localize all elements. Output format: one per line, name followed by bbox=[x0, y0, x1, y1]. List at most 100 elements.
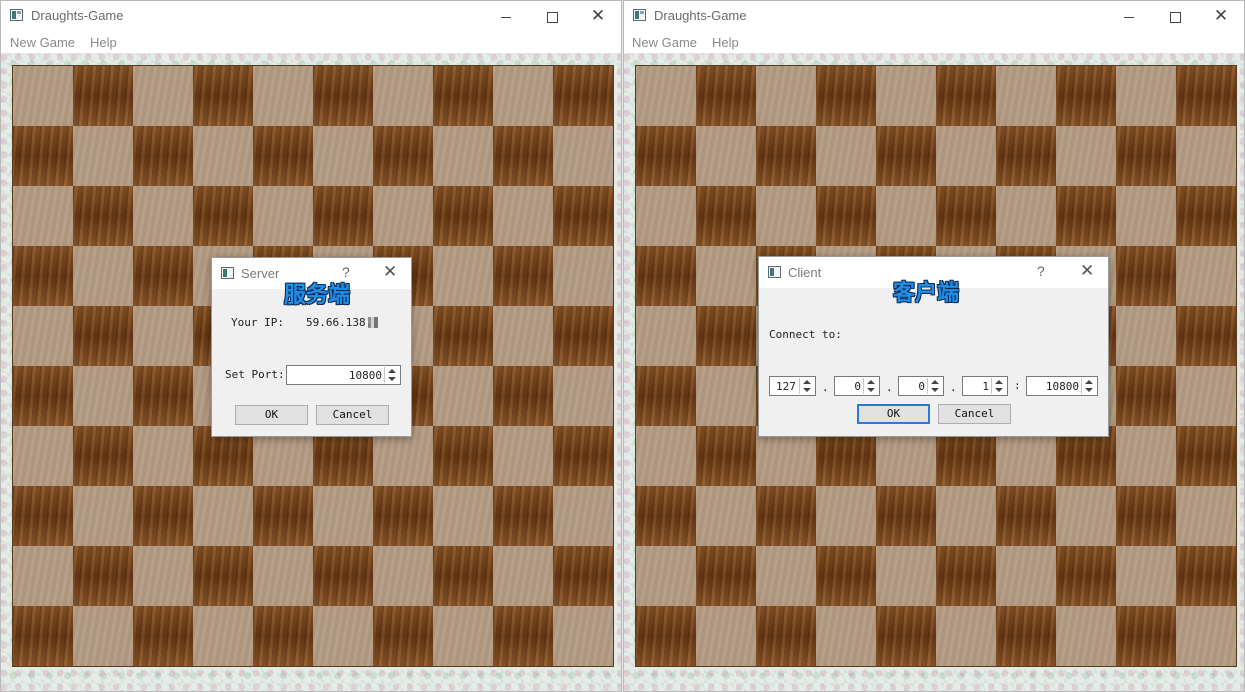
dark-square[interactable] bbox=[1176, 66, 1236, 126]
light-square[interactable] bbox=[493, 66, 553, 126]
light-square[interactable] bbox=[313, 486, 373, 546]
ip-octet-4-spinbox[interactable]: 1 bbox=[962, 376, 1008, 396]
dark-square[interactable] bbox=[1116, 366, 1176, 426]
spinner-arrows[interactable] bbox=[384, 367, 399, 383]
light-square[interactable] bbox=[636, 186, 696, 246]
dark-square[interactable] bbox=[193, 186, 253, 246]
light-square[interactable] bbox=[553, 246, 613, 306]
dark-square[interactable] bbox=[433, 66, 493, 126]
dark-square[interactable] bbox=[1116, 486, 1176, 546]
light-square[interactable] bbox=[133, 306, 193, 366]
dark-square[interactable] bbox=[373, 486, 433, 546]
light-square[interactable] bbox=[936, 606, 996, 666]
light-square[interactable] bbox=[876, 66, 936, 126]
light-square[interactable] bbox=[433, 486, 493, 546]
spin-up-icon[interactable] bbox=[1085, 380, 1093, 384]
light-square[interactable] bbox=[433, 246, 493, 306]
dark-square[interactable] bbox=[756, 126, 816, 186]
light-square[interactable] bbox=[73, 246, 133, 306]
light-square[interactable] bbox=[816, 486, 876, 546]
light-square[interactable] bbox=[816, 606, 876, 666]
light-square[interactable] bbox=[193, 126, 253, 186]
dark-square[interactable] bbox=[636, 246, 696, 306]
light-square[interactable] bbox=[313, 126, 373, 186]
light-square[interactable] bbox=[1116, 546, 1176, 606]
dark-square[interactable] bbox=[696, 426, 756, 486]
light-square[interactable] bbox=[133, 426, 193, 486]
dark-square[interactable] bbox=[636, 486, 696, 546]
light-square[interactable] bbox=[756, 546, 816, 606]
light-square[interactable] bbox=[553, 486, 613, 546]
spin-down-icon[interactable] bbox=[995, 388, 1003, 392]
light-square[interactable] bbox=[1176, 486, 1236, 546]
menu-new-game[interactable]: New Game bbox=[632, 35, 697, 50]
light-square[interactable] bbox=[373, 546, 433, 606]
ok-button[interactable]: OK bbox=[857, 404, 930, 424]
light-square[interactable] bbox=[876, 186, 936, 246]
dark-square[interactable] bbox=[253, 606, 313, 666]
menu-new-game[interactable]: New Game bbox=[10, 35, 75, 50]
dark-square[interactable] bbox=[816, 66, 876, 126]
light-square[interactable] bbox=[696, 486, 756, 546]
light-square[interactable] bbox=[13, 546, 73, 606]
cancel-button[interactable]: Cancel bbox=[938, 404, 1011, 424]
light-square[interactable] bbox=[493, 546, 553, 606]
light-square[interactable] bbox=[1056, 486, 1116, 546]
close-button[interactable]: ✕ bbox=[1198, 1, 1244, 31]
spin-up-icon[interactable] bbox=[931, 380, 939, 384]
light-square[interactable] bbox=[696, 246, 756, 306]
light-square[interactable] bbox=[553, 606, 613, 666]
light-square[interactable] bbox=[253, 66, 313, 126]
light-square[interactable] bbox=[816, 126, 876, 186]
help-button[interactable]: ? bbox=[1037, 263, 1045, 279]
light-square[interactable] bbox=[253, 546, 313, 606]
ip-octet-1-spinbox[interactable]: 127 bbox=[769, 376, 816, 396]
dark-square[interactable] bbox=[133, 606, 193, 666]
light-square[interactable] bbox=[1176, 606, 1236, 666]
dark-square[interactable] bbox=[1116, 126, 1176, 186]
spin-down-icon[interactable] bbox=[803, 388, 811, 392]
minimize-button[interactable] bbox=[1106, 1, 1152, 31]
dark-square[interactable] bbox=[133, 126, 193, 186]
dark-square[interactable] bbox=[1176, 426, 1236, 486]
cancel-button[interactable]: Cancel bbox=[316, 405, 389, 425]
light-square[interactable] bbox=[1116, 426, 1176, 486]
dark-square[interactable] bbox=[1116, 606, 1176, 666]
dialog-close-button[interactable]: ✕ bbox=[1080, 261, 1094, 281]
dark-square[interactable] bbox=[816, 186, 876, 246]
dark-square[interactable] bbox=[193, 66, 253, 126]
port-spinbox[interactable]: 10800 bbox=[1026, 376, 1098, 396]
light-square[interactable] bbox=[1056, 126, 1116, 186]
light-square[interactable] bbox=[73, 366, 133, 426]
light-square[interactable] bbox=[373, 66, 433, 126]
dark-square[interactable] bbox=[1056, 546, 1116, 606]
minimize-button[interactable] bbox=[483, 1, 529, 31]
light-square[interactable] bbox=[1056, 606, 1116, 666]
dark-square[interactable] bbox=[373, 606, 433, 666]
dark-square[interactable] bbox=[493, 126, 553, 186]
dark-square[interactable] bbox=[133, 246, 193, 306]
light-square[interactable] bbox=[133, 186, 193, 246]
dark-square[interactable] bbox=[553, 306, 613, 366]
dark-square[interactable] bbox=[696, 546, 756, 606]
dark-square[interactable] bbox=[433, 426, 493, 486]
dark-square[interactable] bbox=[936, 186, 996, 246]
light-square[interactable] bbox=[493, 306, 553, 366]
dark-square[interactable] bbox=[73, 426, 133, 486]
dark-square[interactable] bbox=[636, 126, 696, 186]
light-square[interactable] bbox=[1116, 306, 1176, 366]
light-square[interactable] bbox=[1116, 66, 1176, 126]
ip-octet-2-spinbox[interactable]: 0 bbox=[834, 376, 880, 396]
light-square[interactable] bbox=[73, 126, 133, 186]
maximize-button[interactable] bbox=[1152, 1, 1198, 31]
light-square[interactable] bbox=[193, 606, 253, 666]
dark-square[interactable] bbox=[1176, 186, 1236, 246]
dark-square[interactable] bbox=[553, 186, 613, 246]
close-button[interactable]: ✕ bbox=[575, 1, 621, 31]
dark-square[interactable] bbox=[493, 606, 553, 666]
light-square[interactable] bbox=[73, 606, 133, 666]
dark-square[interactable] bbox=[493, 246, 553, 306]
light-square[interactable] bbox=[996, 546, 1056, 606]
light-square[interactable] bbox=[373, 186, 433, 246]
dark-square[interactable] bbox=[13, 606, 73, 666]
